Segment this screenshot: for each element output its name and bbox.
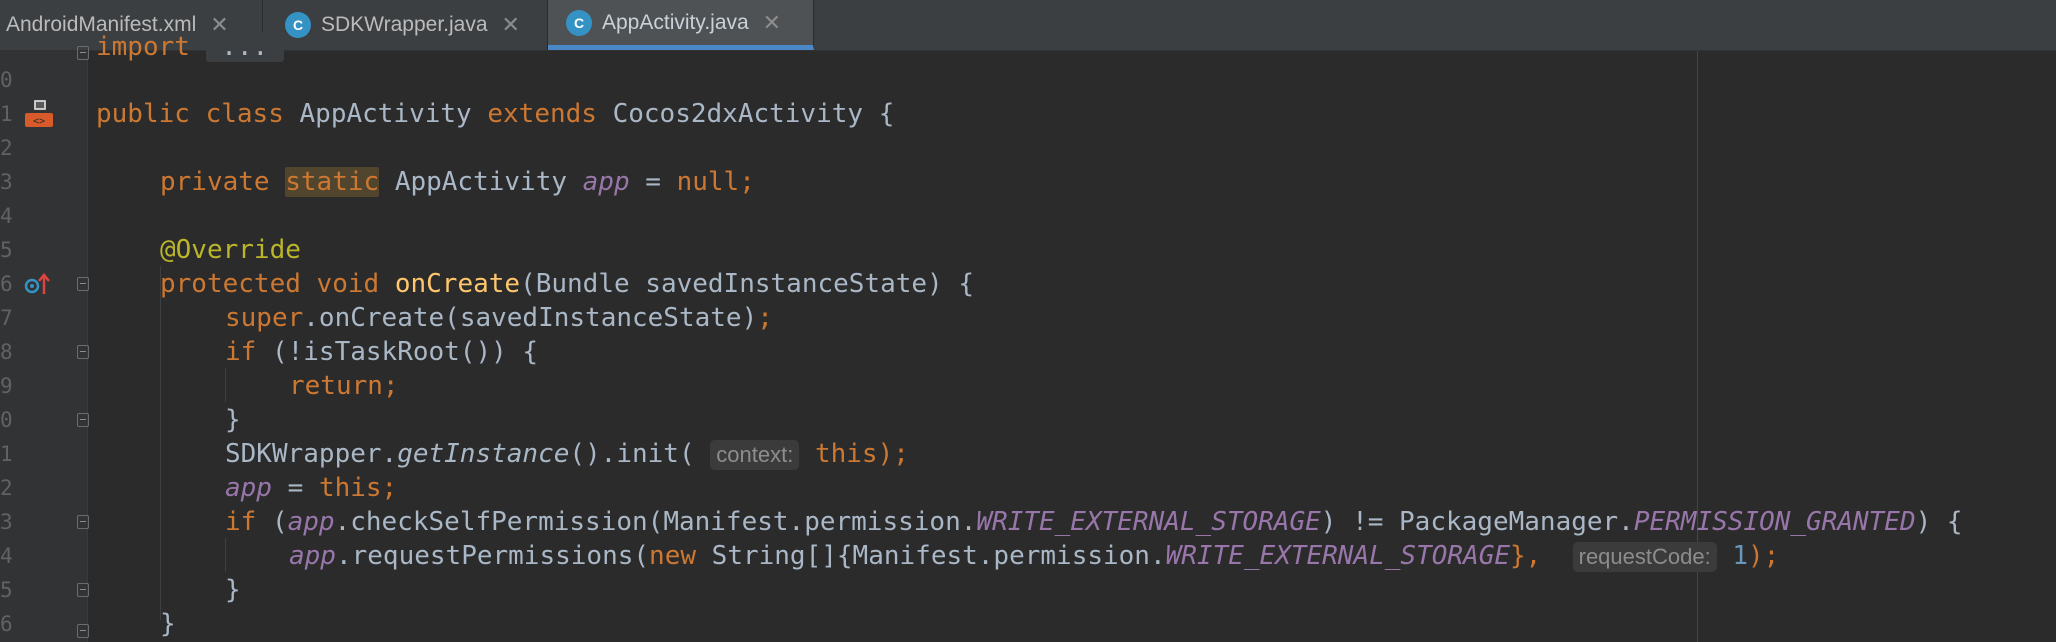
fold-marker[interactable]	[77, 277, 89, 291]
code-line-assign-app[interactable]: app = this;	[225, 471, 397, 505]
fold-marker[interactable]	[77, 515, 89, 529]
code-line-sdk-init[interactable]: SDKWrapper.getInstance().init( context: …	[225, 437, 909, 471]
tab-sdkwrapper[interactable]: C SDKWrapper.java ✕	[263, 0, 548, 50]
tab-label: SDKWrapper.java	[321, 13, 488, 36]
line-number: 5	[0, 238, 13, 262]
parameter-hint: context:	[710, 440, 800, 470]
code-line-override[interactable]: @Override	[160, 233, 301, 267]
indent-guide	[225, 538, 226, 572]
code-line-super-call[interactable]: super.onCreate(savedInstanceState);	[225, 301, 773, 335]
editor-tab-bar: AndroidManifest.xml ✕ C SDKWrapper.java …	[0, 0, 2056, 51]
java-class-icon: C	[285, 12, 311, 38]
code-line-class-decl[interactable]: public class AppActivity extends Cocos2d…	[96, 97, 894, 131]
line-number: 3	[0, 170, 13, 194]
tab-label: AppActivity.java	[602, 10, 749, 34]
line-number: 6	[0, 612, 13, 636]
fold-marker[interactable]	[77, 624, 89, 638]
indent-guide	[225, 368, 226, 402]
code-line-if-taskroot[interactable]: if (!isTaskRoot()) {	[225, 335, 538, 369]
line-number: 4	[0, 204, 13, 228]
line-number: 8	[0, 340, 13, 364]
folded-imports[interactable]: ...	[205, 32, 284, 62]
line-number: 4	[0, 544, 13, 568]
code-line-import[interactable]: import ...	[96, 30, 284, 64]
line-number: 6	[0, 272, 13, 296]
close-icon[interactable]: ✕	[763, 10, 781, 36]
svg-text:<>: <>	[33, 116, 45, 127]
tab-appactivity[interactable]: C AppActivity.java ✕	[548, 0, 814, 50]
fold-marker[interactable]	[77, 413, 89, 427]
parameter-hint: requestCode:	[1572, 542, 1717, 572]
line-number: 1	[0, 442, 13, 466]
fold-marker[interactable]	[77, 46, 89, 60]
close-icon[interactable]: ✕	[502, 12, 520, 38]
code-line-oncreate[interactable]: protected void onCreate(Bundle savedInst…	[160, 267, 974, 301]
line-number: 2	[0, 136, 13, 160]
indent-guide	[160, 266, 161, 620]
line-number: 9	[0, 374, 13, 398]
code-line-close-brace[interactable]: }	[225, 403, 241, 437]
line-number: 2	[0, 476, 13, 500]
code-line-close-brace[interactable]: }	[225, 573, 241, 607]
code-line-check-permission[interactable]: if (app.checkSelfPermission(Manifest.per…	[225, 505, 1963, 539]
code-line-request-permission[interactable]: app.requestPermissions(new String[]{Mani…	[289, 539, 1779, 573]
override-method-icon[interactable]	[24, 272, 52, 296]
fold-marker[interactable]	[77, 345, 89, 359]
code-line-return[interactable]: return;	[289, 369, 399, 403]
java-class-icon: C	[566, 9, 592, 36]
code-line-close-brace[interactable]: }	[160, 607, 176, 641]
editor-gutter	[0, 51, 88, 642]
line-number: 0	[0, 68, 13, 92]
code-line-field-app[interactable]: private static AppActivity app = null;	[160, 165, 755, 199]
line-number: 5	[0, 578, 13, 602]
line-number: 7	[0, 306, 13, 330]
line-number: 1	[0, 102, 13, 126]
class-implementation-icon[interactable]: <>	[24, 100, 54, 130]
line-number: 3	[0, 510, 13, 534]
line-number: 0	[0, 408, 13, 432]
fold-marker[interactable]	[77, 583, 89, 597]
